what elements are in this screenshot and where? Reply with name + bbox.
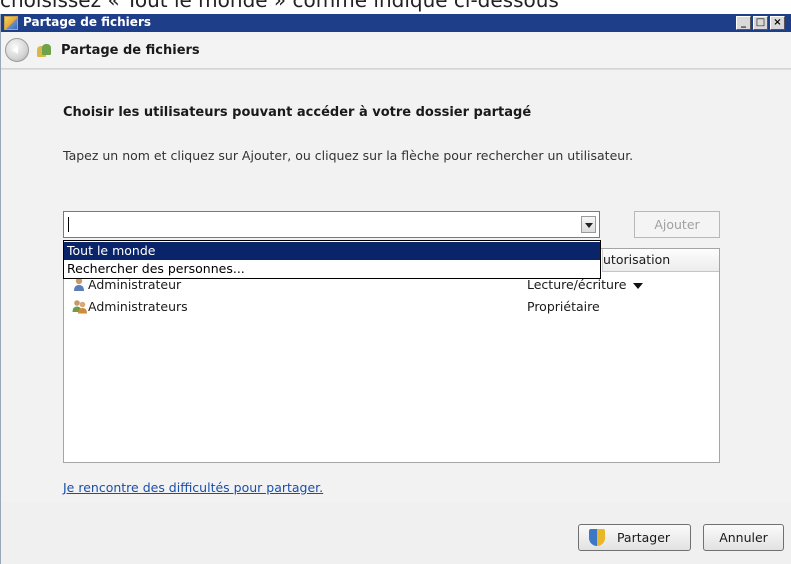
user-name: Administrateurs <box>88 299 188 314</box>
caption-text: choisissez « Tout le monde » comme indiq… <box>0 0 559 12</box>
instruction-text: Tapez un nom et cliquez sur Ajouter, ou … <box>63 148 634 163</box>
permission-header-label: utorisation <box>603 252 671 267</box>
permissions-table: utorisation Administrateur Lecture/écrit… <box>63 248 720 463</box>
add-button[interactable]: Ajouter <box>634 211 720 238</box>
permission-label: Propriétaire <box>527 299 600 314</box>
uac-shield-icon <box>589 529 605 546</box>
user-name: Administrateur <box>88 277 182 292</box>
cancel-button[interactable]: Annuler <box>703 524 784 551</box>
group-icon <box>72 299 87 314</box>
user-suggestions-dropdown: Tout le monde Rechercher des personnes..… <box>63 240 601 279</box>
file-sharing-icon <box>37 44 51 58</box>
file-sharing-window: Partage de fichiers _ □ × Partage de fic… <box>0 14 791 564</box>
permission-column-header[interactable]: utorisation <box>602 249 719 272</box>
title-bar[interactable]: Partage de fichiers _ □ × <box>1 14 791 32</box>
chevron-down-icon[interactable] <box>633 282 644 289</box>
permission-label: Lecture/écriture <box>527 277 627 292</box>
page-heading: Choisir les utilisateurs pouvant accéder… <box>63 105 532 120</box>
maximize-button[interactable]: □ <box>753 16 768 30</box>
share-button[interactable]: Partager <box>578 524 691 551</box>
nav-title: Partage de fichiers <box>61 43 200 58</box>
permission-dropdown[interactable]: Lecture/écriture <box>527 277 644 292</box>
user-combobox[interactable] <box>63 211 600 238</box>
minimize-button[interactable]: _ <box>736 16 751 30</box>
back-arrow-icon[interactable] <box>5 38 29 62</box>
window-title: Partage de fichiers <box>23 15 151 29</box>
file-sharing-app-icon <box>4 16 18 30</box>
user-icon <box>72 277 86 292</box>
close-button[interactable]: × <box>770 16 785 30</box>
footer-bar: Partager Annuler <box>1 502 791 564</box>
option-everyone[interactable]: Tout le monde <box>64 242 600 260</box>
table-row[interactable]: Administrateurs Propriétaire <box>66 297 716 317</box>
main-content: Choisir les utilisateurs pouvant accéder… <box>1 69 791 503</box>
option-search-people[interactable]: Rechercher des personnes... <box>64 260 600 278</box>
sharing-help-link[interactable]: Je rencontre des difficultés pour partag… <box>63 480 323 495</box>
navigation-bar: Partage de fichiers <box>1 32 791 69</box>
dropdown-arrow-icon[interactable] <box>581 216 596 233</box>
share-button-label: Partager <box>616 530 671 545</box>
user-name-input[interactable] <box>66 214 584 234</box>
